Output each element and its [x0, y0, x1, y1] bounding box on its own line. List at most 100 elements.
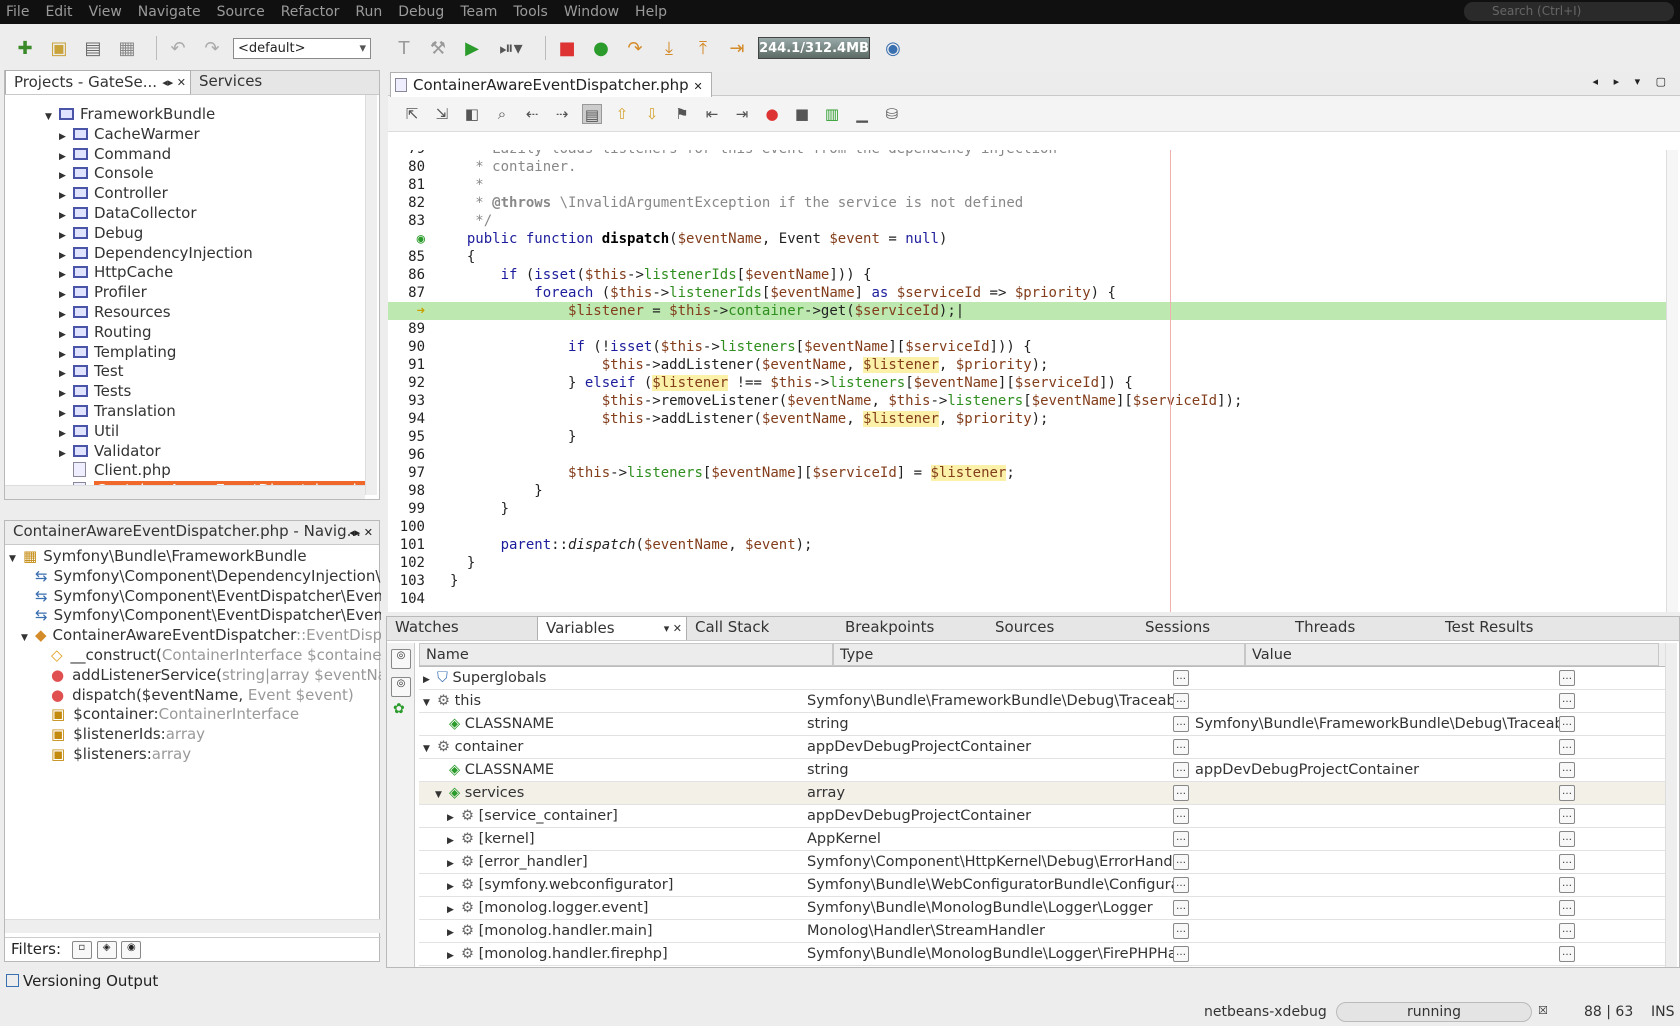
table-row[interactable]: ▶ ⚙ [service_container] appDevDebugProject…: [419, 805, 1667, 828]
expand-icon[interactable]: ▶: [447, 922, 461, 942]
run-icon[interactable]: ▶: [459, 35, 485, 61]
code-line[interactable]: 83 */: [388, 212, 1666, 230]
code-line[interactable]: 91 $this->addListener($eventName, $liste…: [388, 356, 1666, 374]
memory-indicator[interactable]: 244.1/312.4MB: [758, 37, 870, 59]
type-edit-button[interactable]: …: [1173, 759, 1189, 781]
gc-icon[interactable]: ◉: [880, 35, 906, 61]
tree-node[interactable]: ▶ Debug: [5, 224, 365, 244]
redo-icon[interactable]: ↷: [199, 35, 225, 61]
error-stripe[interactable]: [1666, 150, 1678, 612]
vertical-scrollbar[interactable]: [365, 95, 377, 495]
expand-icon[interactable]: ▶: [447, 876, 461, 896]
record-macro-icon[interactable]: ●: [762, 104, 782, 124]
tree-node[interactable]: ▶ Command: [5, 145, 365, 165]
cancel-icon[interactable]: ☒: [1538, 1004, 1548, 1017]
nav-class[interactable]: ▼ ◆ ContainerAwareEventDispatcher::EventDi…: [5, 626, 381, 646]
expand-icon[interactable]: ▼: [435, 784, 449, 804]
type-edit-button[interactable]: …: [1173, 782, 1189, 804]
menu-item-window[interactable]: Window: [564, 4, 619, 20]
nav-member[interactable]: ● dispatch($eventName, Event $event): [5, 686, 381, 706]
table-row[interactable]: ▼ ⚙ container appDevDebugProjectContainer……: [419, 736, 1667, 759]
code-line[interactable]: 86 if (isset($this->listenerIds[$eventNa…: [388, 266, 1666, 284]
value-edit-button[interactable]: …: [1559, 920, 1575, 942]
type-edit-button[interactable]: …: [1173, 690, 1189, 712]
next-bookmark-icon[interactable]: ⇩: [642, 104, 662, 124]
code-line[interactable]: 95 }: [388, 428, 1666, 446]
nav-member[interactable]: ▣ $listenerIds:array: [5, 725, 381, 745]
close-icon[interactable]: ◂▸ ✕: [162, 71, 186, 94]
menu-item-run[interactable]: Run: [355, 4, 382, 20]
menu-item-help[interactable]: Help: [635, 4, 667, 20]
step-out-icon[interactable]: ⤒: [690, 35, 716, 61]
find-prev-icon[interactable]: ⇠: [522, 104, 542, 124]
type-edit-button[interactable]: …: [1173, 713, 1189, 735]
tab-watches[interactable]: Watches: [387, 616, 537, 640]
tree-node[interactable]: ▶ Tests: [5, 382, 365, 402]
code-line[interactable]: 102 }: [388, 554, 1666, 572]
nav-namespace[interactable]: ▼ ▦ Symfony\Bundle\FrameworkBundle: [5, 547, 381, 567]
tab-sessions[interactable]: Sessions: [1137, 616, 1287, 640]
value-edit-button[interactable]: …: [1559, 805, 1575, 827]
table-row[interactable]: ▶ ⚙ [kernel] AppKernel……: [419, 828, 1667, 851]
config-select[interactable]: <default>: [233, 37, 371, 59]
step-into-icon[interactable]: ⤓: [656, 35, 682, 61]
expand-icon[interactable]: ▶: [423, 669, 437, 689]
toggle-highlight-icon[interactable]: ▤: [582, 103, 602, 124]
code-line[interactable]: 89: [388, 320, 1666, 338]
tree-node[interactable]: ▶ Resources: [5, 303, 365, 323]
tree-node-frameworkbundle[interactable]: ▼ FrameworkBundle: [5, 105, 365, 125]
code-line[interactable]: 82 * @throws \InvalidArgumentException i…: [388, 194, 1666, 212]
tab-variables[interactable]: Variables ▾ ✕: [537, 616, 687, 640]
code-line[interactable]: 100: [388, 518, 1666, 536]
code-line[interactable]: 81 *: [388, 176, 1666, 194]
new-project-icon[interactable]: ▣: [46, 35, 72, 61]
expand-icon[interactable]: ▶: [447, 899, 461, 919]
expand-icon[interactable]: ▶: [447, 807, 461, 827]
type-edit-button[interactable]: …: [1173, 897, 1189, 919]
stop-icon[interactable]: ■: [554, 35, 580, 61]
code-line[interactable]: 96: [388, 446, 1666, 464]
new-file-icon[interactable]: ✚: [12, 35, 38, 61]
table-row[interactable]: ▼ ⚙ this Symfony\Bundle\FrameworkBundle\De…: [419, 690, 1667, 713]
vertical-scrollbar[interactable]: [1665, 643, 1677, 967]
type-edit-button[interactable]: …: [1173, 851, 1189, 873]
nav-use[interactable]: ⇆ Symfony\Component\EventDispatcher\Event: [5, 606, 381, 626]
type-edit-button[interactable]: …: [1173, 874, 1189, 896]
menu-item-source[interactable]: Source: [217, 4, 265, 20]
expand-icon[interactable]: ▶: [447, 853, 461, 873]
versioning-output[interactable]: Versioning Output: [6, 972, 158, 990]
save-all-icon[interactable]: ▦: [114, 35, 140, 61]
value-edit-button[interactable]: …: [1559, 897, 1575, 919]
code-line[interactable]: 94 $this->addListener($eventName, $liste…: [388, 410, 1666, 428]
type-edit-button[interactable]: …: [1173, 920, 1189, 942]
run-to-cursor-icon[interactable]: ⇥: [724, 35, 750, 61]
menu-item-view[interactable]: View: [89, 4, 122, 20]
value-edit-button[interactable]: …: [1559, 713, 1575, 735]
close-icon[interactable]: ✕: [693, 80, 702, 93]
filter-inherited-icon[interactable]: ◈: [96, 940, 117, 959]
nav-member[interactable]: ▣ $listeners:array: [5, 745, 381, 765]
code-line[interactable]: ◉ public function dispatch($eventName, E…: [388, 230, 1666, 248]
horizontal-scrollbar[interactable]: [5, 919, 381, 933]
value-edit-button[interactable]: …: [1559, 782, 1575, 804]
column-name[interactable]: Name: [419, 643, 833, 666]
value-edit-button[interactable]: …: [1559, 874, 1575, 896]
build-icon[interactable]: T: [391, 35, 417, 61]
tree-node[interactable]: ▶ HttpCache: [5, 263, 365, 283]
tab-threads[interactable]: Threads: [1287, 616, 1437, 640]
back-icon[interactable]: ◧: [462, 104, 482, 124]
tab-breakpoints[interactable]: Breakpoints: [837, 616, 987, 640]
expand-icon[interactable]: ▶: [447, 945, 461, 965]
table-row[interactable]: ▶ ⚙ [monolog.handler.main] Monolog\Handler…: [419, 920, 1667, 943]
nav-member[interactable]: ▣ $container:ContainerInterface: [5, 705, 381, 725]
code-line[interactable]: 80 * container.: [388, 158, 1666, 176]
type-edit-button[interactable]: …: [1173, 828, 1189, 850]
tab-nav-icons[interactable]: ◂ ▸ ▾ ▢: [1593, 75, 1672, 88]
value-edit-button[interactable]: …: [1559, 759, 1575, 781]
value-edit-button[interactable]: …: [1559, 736, 1575, 758]
tree-node[interactable]: ▶ Routing: [5, 323, 365, 343]
type-edit-button[interactable]: …: [1173, 667, 1189, 689]
table-row[interactable]: ◈ CLASSNAME string… Symfony\Bundle\Framewo…: [419, 713, 1667, 736]
tree-node[interactable]: ▶ Profiler: [5, 283, 365, 303]
tree-node[interactable]: ▶ DependencyInjection: [5, 244, 365, 264]
